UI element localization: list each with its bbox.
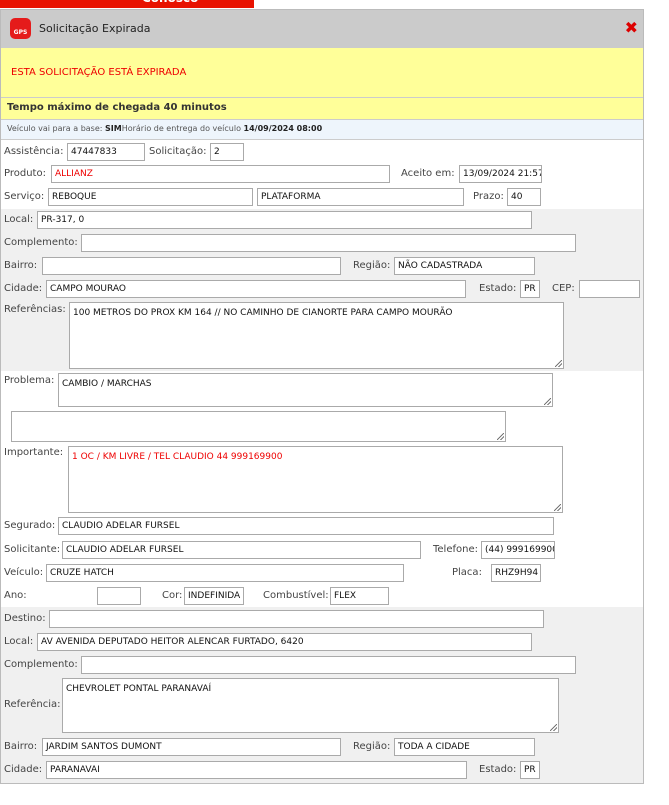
- destino-local-input[interactable]: AV AVENIDA DEPUTADO HEITOR ALENCAR FURTA…: [37, 633, 532, 651]
- assistencia-input[interactable]: 47447833: [67, 143, 145, 161]
- servico-input[interactable]: REBOQUE: [48, 188, 253, 206]
- destino-estado-input[interactable]: PR: [520, 761, 540, 779]
- segurado-label: Segurado:: [4, 520, 56, 531]
- placa-label: Placa:: [452, 567, 482, 578]
- origem-referencias-textarea[interactable]: 100 METROS DO PROX KM 164 // NO CAMINHO …: [69, 302, 564, 369]
- origem-estado-input[interactable]: PR: [520, 280, 540, 298]
- destino-destino-input[interactable]: [49, 610, 544, 628]
- produto-label: Produto:: [4, 168, 46, 179]
- origem-regiao-label: Região:: [353, 260, 391, 271]
- origem-complemento-label: Complemento:: [4, 237, 78, 248]
- destino-cidade-input[interactable]: PARANAVAI: [46, 761, 467, 779]
- origem-local-input[interactable]: PR-317, 0: [37, 211, 532, 229]
- problema2-textarea[interactable]: [11, 411, 506, 442]
- solicitacao-input[interactable]: 2: [210, 143, 244, 161]
- aceito-input[interactable]: 13/09/2024 21:57: [459, 165, 542, 183]
- destino-estado-label: Estado:: [479, 764, 517, 775]
- origem-estado-label: Estado:: [479, 283, 517, 294]
- segurado-input[interactable]: CLAUDIO ADELAR FURSEL: [58, 517, 554, 535]
- destino-referencia-textarea[interactable]: CHEVROLET PONTAL PARANAVAÍ: [62, 678, 559, 733]
- origem-cep-label: CEP:: [552, 283, 575, 294]
- origem-bairro-label: Bairro:: [4, 260, 38, 271]
- solicitante-label: Solicitante:: [4, 544, 61, 555]
- destino-local-label: Local:: [4, 636, 34, 647]
- problema-textarea[interactable]: CAMBIO / MARCHAS: [58, 373, 553, 407]
- origem-referencias-label: Referências:: [4, 304, 66, 315]
- origem-regiao-input[interactable]: NÃO CADASTRADA: [394, 257, 535, 275]
- telefone-label: Telefone:: [433, 544, 478, 555]
- prazo-input[interactable]: 40: [507, 188, 541, 206]
- expired-banner: ESTA SOLICITAÇÃO ESTÁ EXPIRADA: [1, 48, 643, 98]
- servico-label: Serviço:: [4, 191, 45, 202]
- destino-bairro-input[interactable]: JARDIM SANTOS DUMONT: [42, 738, 341, 756]
- veiculo-input[interactable]: CRUZE HATCH: [46, 564, 404, 582]
- ano-input[interactable]: [97, 587, 141, 605]
- problema-label: Problema:: [4, 375, 55, 386]
- expired-message: ESTA SOLICITAÇÃO ESTÁ EXPIRADA: [11, 67, 187, 78]
- ano-label: Ano:: [4, 590, 27, 601]
- destino-regiao-input[interactable]: TODA A CIDADE: [394, 738, 535, 756]
- destino-bairro-label: Bairro:: [4, 741, 38, 752]
- combustivel-input[interactable]: FLEX: [330, 587, 389, 605]
- destino-referencia-label: Referência:: [4, 699, 61, 710]
- info-row: Veículo vai para a base: SIMHorário de e…: [1, 120, 643, 140]
- importante-label: Importante:: [4, 447, 64, 458]
- delivery-value: 14/09/2024 08:00: [243, 124, 323, 133]
- servico2-input[interactable]: PLATAFORMA: [257, 188, 464, 206]
- telefone-input[interactable]: (44) 999169900: [481, 541, 555, 559]
- cor-input[interactable]: INDEFINIDA: [184, 587, 244, 605]
- origem-cidade-label: Cidade:: [4, 283, 43, 294]
- cor-label: Cor:: [162, 590, 183, 601]
- produto-input[interactable]: ALLIANZ: [51, 165, 390, 183]
- aceito-label: Aceito em:: [401, 168, 455, 179]
- dialog-title: Solicitação Expirada: [39, 22, 151, 35]
- arrival-time-text: Tempo máximo de chegada 40 minutos: [7, 102, 227, 113]
- gps-logo-icon: GPS: [10, 18, 31, 39]
- base-value: SIM: [105, 124, 122, 133]
- placa-input[interactable]: RHZ9H94: [491, 564, 541, 582]
- origem-complemento-input[interactable]: [81, 234, 576, 252]
- origem-bairro-input[interactable]: [42, 257, 341, 275]
- delivery-label: Horário de entrega do veículo: [121, 124, 244, 133]
- dialog-header: GPS Solicitação Expirada ✖: [1, 10, 643, 48]
- arrival-time-banner: Tempo máximo de chegada 40 minutos: [1, 98, 643, 120]
- base-label: Veículo vai para a base:: [7, 124, 105, 133]
- origem-local-label: Local:: [4, 214, 34, 225]
- importante-textarea[interactable]: 1 OC / KM LIVRE / TEL CLAUDIO 44 9991699…: [68, 446, 563, 513]
- destino-cidade-label: Cidade:: [4, 764, 43, 775]
- solicitante-input[interactable]: CLAUDIO ADELAR FURSEL: [62, 541, 421, 559]
- solicitacao-label: Solicitação:: [149, 146, 207, 157]
- assistencia-label: Assistência:: [4, 146, 64, 157]
- origem-cidade-input[interactable]: CAMPO MOURAO: [46, 280, 466, 298]
- destino-destino-label: Destino:: [4, 613, 46, 624]
- veiculo-label: Veículo:: [4, 567, 44, 578]
- destino-complemento-label: Complemento:: [4, 659, 78, 670]
- destino-regiao-label: Região:: [353, 741, 391, 752]
- contact-button[interactable]: Conosco: [130, 0, 254, 8]
- destino-complemento-input[interactable]: [81, 656, 576, 674]
- origem-cep-input[interactable]: [579, 280, 640, 298]
- close-icon[interactable]: ✖: [625, 18, 638, 37]
- prazo-label: Prazo:: [473, 191, 504, 202]
- combustivel-label: Combustível:: [263, 590, 329, 601]
